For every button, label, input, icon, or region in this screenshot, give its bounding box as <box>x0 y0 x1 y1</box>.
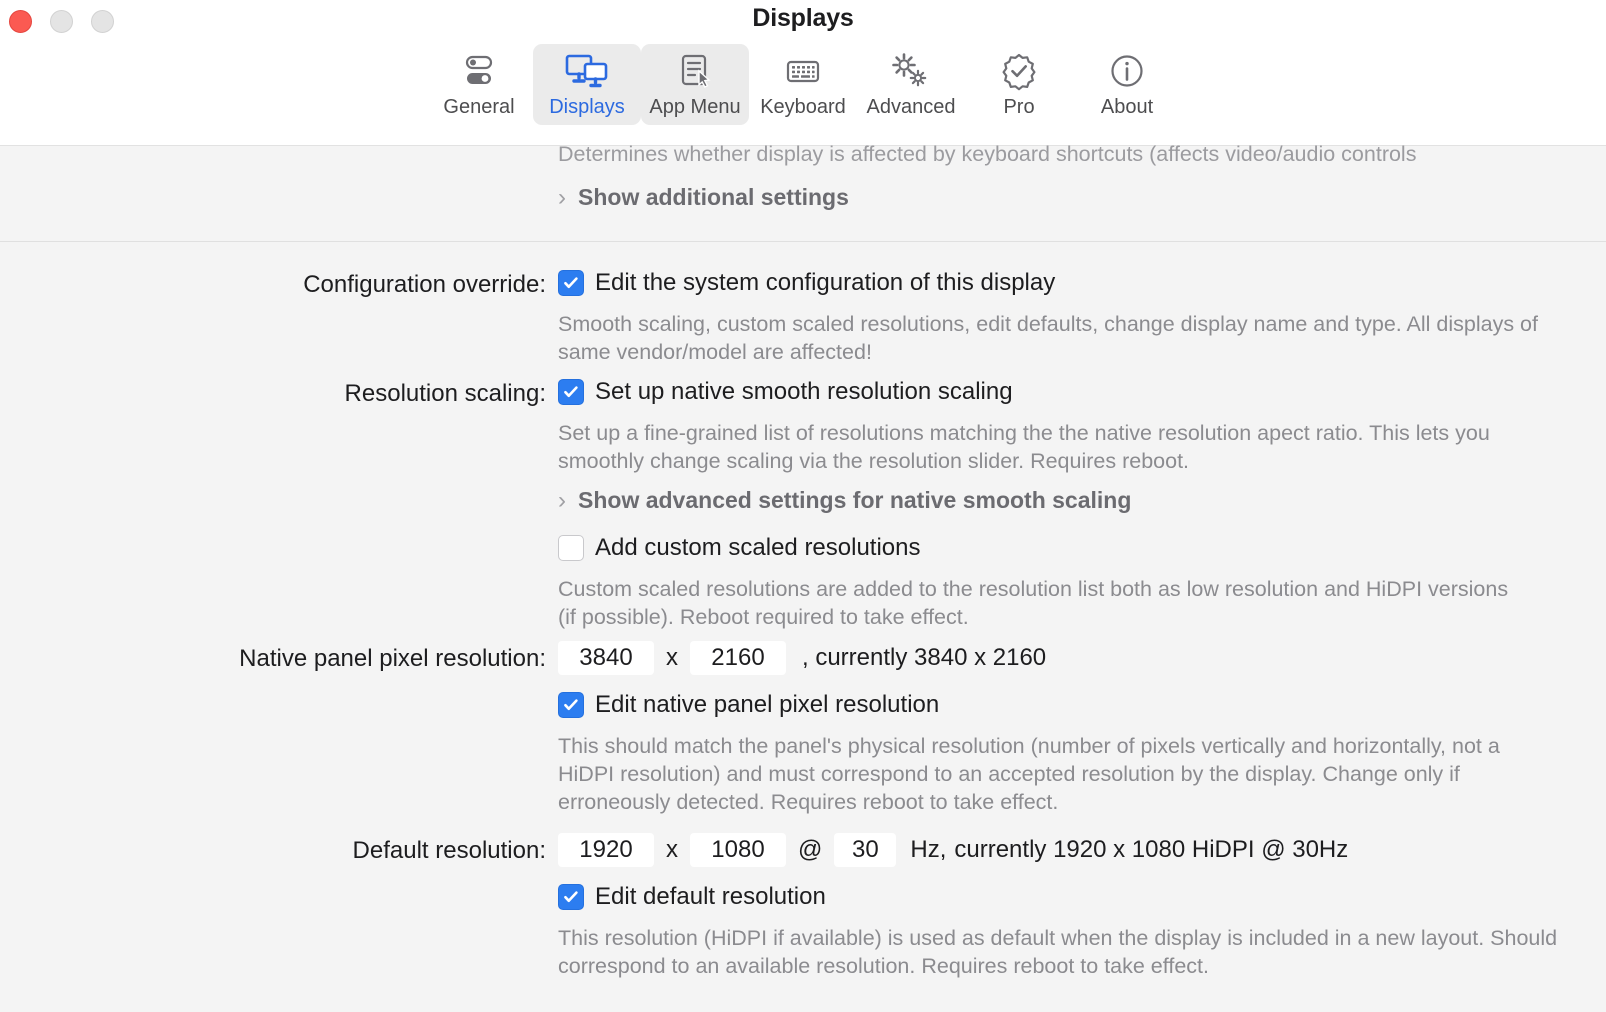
configuration-override-checkbox[interactable] <box>558 270 584 296</box>
add-custom-scaled-resolutions-row[interactable]: Add custom scaled resolutions <box>558 534 921 562</box>
resolution-scaling-label: Resolution scaling: <box>344 380 546 407</box>
default-resolution-hz-unit: Hz, <box>910 836 947 863</box>
edit-native-panel-resolution-checkbox[interactable] <box>558 692 584 718</box>
badge-check-icon <box>999 50 1039 92</box>
tab-advanced-label: Advanced <box>866 96 956 118</box>
native-panel-current-value: , currently 3840 x 2160 <box>802 644 1047 671</box>
tab-displays[interactable]: Displays <box>533 44 641 125</box>
page-title: Displays <box>752 4 854 32</box>
add-custom-scaled-resolutions-checkbox[interactable] <box>558 535 584 561</box>
configuration-override-label: Configuration override: <box>303 271 546 298</box>
settings-scroll-area[interactable]: Determines whether display is affected b… <box>0 142 1606 1012</box>
edit-default-resolution-checkbox[interactable] <box>558 884 584 910</box>
show-additional-settings-label: Show additional settings <box>578 184 849 210</box>
chevron-right-icon: › <box>558 486 566 514</box>
edit-default-resolution-label: Edit default resolution <box>595 883 826 910</box>
keyboard-shortcuts-description: Determines whether display is affected b… <box>558 142 1417 166</box>
show-advanced-native-smooth-scaling-label: Show advanced settings for native smooth… <box>578 487 1132 513</box>
default-resolution-current-value: currently 1920 x 1080 HiDPI @ 30Hz <box>954 836 1349 863</box>
show-advanced-native-smooth-scaling-disclosure[interactable]: › Show advanced settings for native smoo… <box>558 487 1131 514</box>
native-panel-resolution-fields[interactable]: x , currently 3840 x 2160 <box>558 641 1046 675</box>
toolbar: General Displays App Menu Keyboard Advan… <box>0 44 1606 125</box>
native-panel-resolution-help: This should match the panel's physical r… <box>558 734 1500 814</box>
tab-keyboard[interactable]: Keyboard <box>749 44 857 125</box>
edit-native-panel-resolution-label: Edit native panel pixel resolution <box>595 691 940 718</box>
gears-icon <box>890 50 932 92</box>
tab-pro[interactable]: Pro <box>965 44 1073 125</box>
tab-advanced[interactable]: Advanced <box>857 44 965 125</box>
configuration-override-help: Smooth scaling, custom scaled resolution… <box>558 312 1538 364</box>
displays-icon <box>564 50 610 92</box>
tab-pro-label: Pro <box>1003 96 1035 118</box>
tab-about[interactable]: About <box>1073 44 1181 125</box>
native-panel-height-input[interactable] <box>690 641 786 675</box>
tab-about-label: About <box>1100 96 1154 118</box>
default-resolution-fields[interactable]: x @ Hz, currently 1920 x 1080 HiDPI @ 30… <box>558 833 1348 867</box>
add-custom-scaled-resolutions-label: Add custom scaled resolutions <box>595 534 921 561</box>
chevron-right-icon: › <box>558 183 566 211</box>
default-resolution-label: Default resolution: <box>352 837 546 864</box>
default-resolution-separator: x <box>666 836 678 863</box>
edit-default-resolution-row[interactable]: Edit default resolution <box>558 883 826 911</box>
show-additional-settings-disclosure[interactable]: › Show additional settings <box>558 184 849 211</box>
displays-preferences-window: Displays General Displays App Menu Keybo… <box>0 0 1606 1012</box>
native-panel-resolution-label: Native panel pixel resolution: <box>239 645 546 672</box>
tab-displays-label: Displays <box>549 96 625 118</box>
window-titlebar: Displays General Displays App Menu Keybo… <box>0 0 1606 146</box>
edit-native-panel-resolution-row[interactable]: Edit native panel pixel resolution <box>558 691 939 719</box>
default-resolution-refresh-input[interactable] <box>834 833 897 867</box>
app-menu-icon <box>675 50 715 92</box>
tab-general-label: General <box>443 96 515 118</box>
info-circle-icon <box>1107 50 1147 92</box>
default-resolution-help: This resolution (HiDPI if available) is … <box>558 926 1558 978</box>
add-custom-scaled-resolutions-help: Custom scaled resolutions are added to t… <box>558 577 1509 629</box>
configuration-override-checkbox-row[interactable]: Edit the system configuration of this di… <box>558 269 1055 297</box>
resolution-scaling-checkbox-label: Set up native smooth resolution scaling <box>595 378 1013 405</box>
tab-keyboard-label: Keyboard <box>760 96 846 118</box>
native-panel-separator: x <box>666 644 678 671</box>
resolution-scaling-help: Set up a fine-grained list of resolution… <box>558 421 1490 473</box>
default-resolution-height-input[interactable] <box>690 833 786 867</box>
configuration-override-checkbox-label: Edit the system configuration of this di… <box>595 269 1056 296</box>
tab-app-menu-label: App Menu <box>649 96 741 118</box>
section-divider <box>0 241 1606 242</box>
resolution-scaling-checkbox[interactable] <box>558 379 584 405</box>
tab-app-menu[interactable]: App Menu <box>641 44 749 125</box>
default-resolution-width-input[interactable] <box>558 833 654 867</box>
toggles-icon <box>459 50 499 92</box>
default-resolution-at-symbol: @ <box>798 836 823 863</box>
tab-general[interactable]: General <box>425 44 533 125</box>
resolution-scaling-checkbox-row[interactable]: Set up native smooth resolution scaling <box>558 378 1013 406</box>
keyboard-icon <box>783 50 823 92</box>
native-panel-width-input[interactable] <box>558 641 654 675</box>
